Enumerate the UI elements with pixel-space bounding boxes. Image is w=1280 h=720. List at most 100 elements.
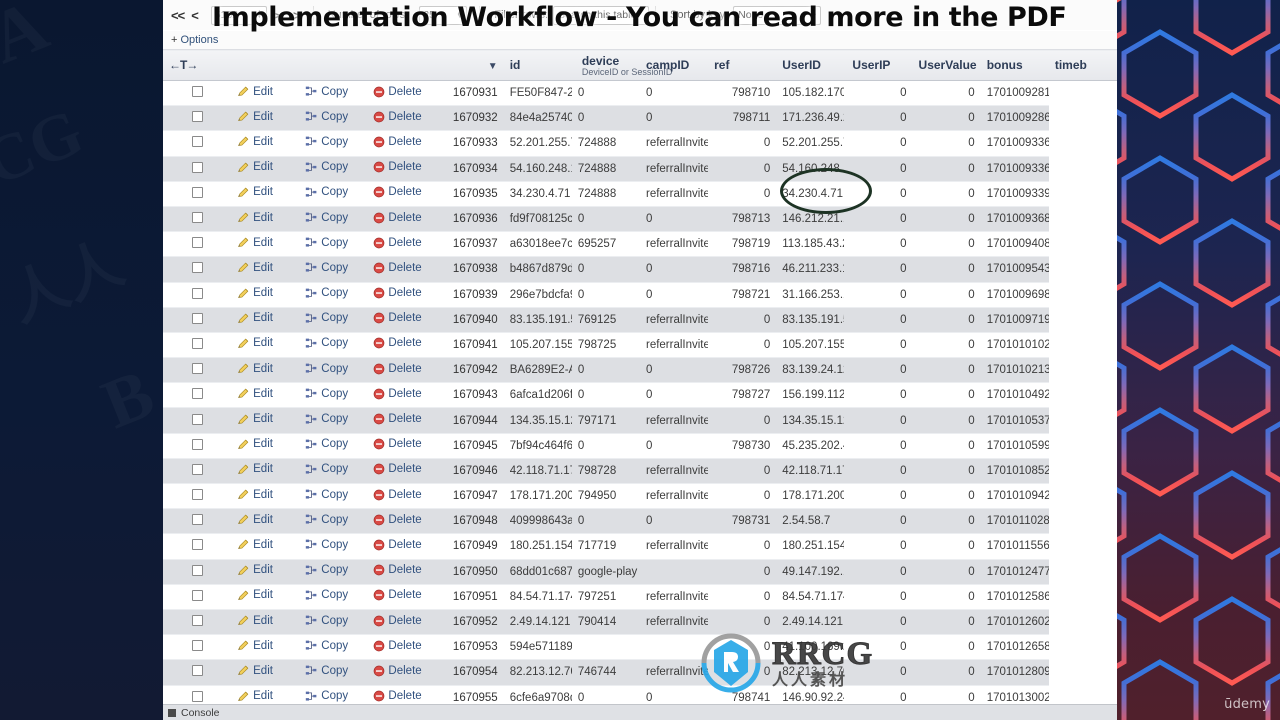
row-delete-cell[interactable]: Delete: [367, 634, 436, 661]
row-checkbox[interactable]: [191, 262, 203, 274]
copy-button[interactable]: Copy: [305, 538, 348, 551]
row-delete-cell[interactable]: Delete: [367, 80, 436, 107]
edit-button[interactable]: Edit: [237, 287, 273, 300]
table-row[interactable]: EditCopyDelete1670939296e7bdcfa990c3f007…: [163, 282, 1117, 308]
row-edit-cell[interactable]: Edit: [231, 307, 300, 333]
row-copy-cell[interactable]: Copy: [299, 231, 368, 258]
copy-button[interactable]: Copy: [305, 589, 348, 602]
row-checkbox-cell[interactable]: [163, 256, 232, 283]
table-row[interactable]: EditCopyDelete167093284e4a257406b48c9007…: [163, 105, 1117, 132]
copy-button[interactable]: Copy: [305, 690, 348, 703]
delete-button[interactable]: Delete: [373, 463, 422, 475]
row-edit-cell[interactable]: Edit: [231, 483, 300, 510]
row-delete-cell[interactable]: Delete: [367, 508, 436, 535]
row-checkbox-cell[interactable]: [163, 80, 232, 107]
edit-button[interactable]: Edit: [237, 85, 273, 98]
header-userid[interactable]: UserID: [776, 49, 845, 81]
row-copy-cell[interactable]: Copy: [299, 357, 368, 384]
table-row[interactable]: EditCopyDelete167093352.201.255.79724888…: [163, 130, 1117, 157]
table-row[interactable]: EditCopyDelete1670949180.251.154.7171771…: [163, 533, 1117, 560]
edit-button[interactable]: Edit: [237, 614, 273, 627]
row-copy-cell[interactable]: Copy: [299, 407, 368, 434]
edit-button[interactable]: Edit: [237, 211, 273, 224]
header-id[interactable]: id: [503, 49, 572, 81]
row-edit-cell[interactable]: Edit: [231, 105, 300, 132]
copy-button[interactable]: Copy: [305, 186, 348, 199]
header-timeb[interactable]: timeb: [1048, 49, 1117, 81]
edit-button[interactable]: Edit: [237, 161, 273, 174]
row-copy-cell[interactable]: Copy: [299, 533, 368, 560]
delete-button[interactable]: Delete: [373, 186, 422, 198]
edit-button[interactable]: Edit: [237, 362, 273, 375]
row-copy-cell[interactable]: Copy: [299, 256, 368, 283]
row-checkbox-cell[interactable]: [163, 156, 232, 182]
copy-button[interactable]: Copy: [305, 488, 348, 501]
copy-button[interactable]: Copy: [305, 236, 348, 249]
row-copy-cell[interactable]: Copy: [299, 332, 368, 359]
row-checkbox[interactable]: [191, 438, 203, 450]
row-copy-cell[interactable]: Copy: [299, 282, 368, 308]
console-bar[interactable]: Console: [163, 704, 1117, 720]
copy-button[interactable]: Copy: [305, 614, 348, 627]
copy-button[interactable]: Copy: [305, 413, 348, 426]
row-copy-cell[interactable]: Copy: [299, 80, 368, 107]
row-edit-cell[interactable]: Edit: [231, 433, 300, 459]
delete-button[interactable]: Delete: [373, 665, 422, 677]
row-edit-cell[interactable]: Edit: [231, 382, 300, 409]
row-checkbox-cell[interactable]: [163, 483, 232, 510]
row-copy-cell[interactable]: Copy: [299, 105, 368, 132]
column-nav-icon[interactable]: ←T→: [169, 58, 198, 72]
row-copy-cell[interactable]: Copy: [299, 659, 368, 686]
row-checkbox-cell[interactable]: [163, 533, 232, 560]
copy-button[interactable]: Copy: [305, 85, 348, 98]
row-checkbox[interactable]: [191, 111, 203, 123]
copy-button[interactable]: Copy: [305, 110, 348, 123]
row-checkbox-cell[interactable]: [163, 307, 232, 333]
row-checkbox-cell[interactable]: [163, 282, 232, 308]
edit-button[interactable]: Edit: [237, 413, 273, 426]
table-row[interactable]: EditCopyDelete16709436afca1d206f698af007…: [163, 382, 1117, 409]
row-checkbox[interactable]: [191, 312, 203, 324]
row-edit-cell[interactable]: Edit: [231, 533, 300, 560]
row-edit-cell[interactable]: Edit: [231, 659, 300, 686]
edit-button[interactable]: Edit: [237, 186, 273, 199]
copy-button[interactable]: Copy: [305, 664, 348, 677]
row-edit-cell[interactable]: Edit: [231, 357, 300, 384]
row-checkbox[interactable]: [191, 212, 203, 224]
header-ref[interactable]: ref: [708, 49, 777, 81]
prev-page-button[interactable]: <: [191, 8, 199, 23]
row-checkbox[interactable]: [191, 161, 203, 173]
row-delete-cell[interactable]: Delete: [367, 458, 436, 485]
row-copy-cell[interactable]: Copy: [299, 508, 368, 535]
table-row[interactable]: Edit Copy Delete 1670935 34.230.4.71 724888 re…: [163, 181, 1117, 207]
copy-button[interactable]: Copy: [305, 438, 348, 451]
row-checkbox-cell[interactable]: [163, 231, 232, 258]
row-edit-cell[interactable]: Edit: [231, 407, 300, 434]
row-checkbox-cell[interactable]: [163, 659, 232, 686]
row-checkbox[interactable]: [191, 640, 203, 652]
row-delete-cell[interactable]: Delete: [367, 156, 436, 182]
row-edit-cell[interactable]: Edit: [231, 559, 300, 585]
delete-button[interactable]: Delete: [373, 86, 422, 98]
delete-button[interactable]: Delete: [373, 413, 422, 425]
row-copy-cell[interactable]: Copy: [299, 609, 368, 636]
row-checkbox[interactable]: [191, 413, 203, 425]
row-checkbox[interactable]: [191, 564, 203, 576]
row-delete-cell[interactable]: Delete: [367, 382, 436, 409]
row-edit-cell[interactable]: Edit: [231, 508, 300, 535]
table-row[interactable]: EditCopyDelete1670938b4867d879d997a26007…: [163, 256, 1117, 283]
edit-button[interactable]: Edit: [237, 513, 273, 526]
row-checkbox[interactable]: [191, 136, 203, 148]
edit-button[interactable]: Edit: [237, 337, 273, 350]
edit-button[interactable]: Edit: [237, 236, 273, 249]
edit-button[interactable]: Edit: [237, 639, 273, 652]
header-uservalue[interactable]: UserValue: [912, 49, 981, 81]
delete-button[interactable]: Delete: [373, 287, 422, 299]
edit-button[interactable]: Edit: [237, 438, 273, 451]
table-row[interactable]: EditCopyDelete16709457bf94c464f669f68007…: [163, 433, 1117, 459]
row-checkbox-cell[interactable]: [163, 609, 232, 636]
copy-button[interactable]: Copy: [305, 261, 348, 274]
edit-button[interactable]: Edit: [237, 690, 273, 703]
row-checkbox-cell[interactable]: [163, 433, 232, 459]
delete-button[interactable]: Delete: [373, 237, 422, 249]
